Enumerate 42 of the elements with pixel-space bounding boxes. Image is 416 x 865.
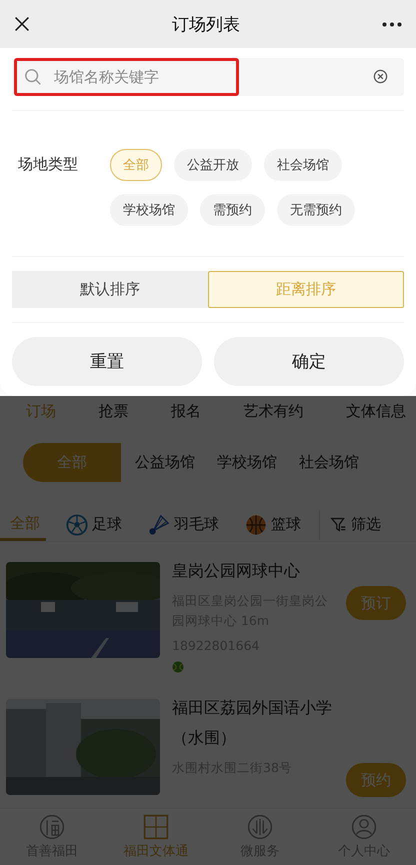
- sort-tab[interactable]: 默认排序: [12, 271, 208, 308]
- nav-tab[interactable]: 抢票: [98, 402, 128, 421]
- sort-tab[interactable]: 距离排序: [208, 271, 404, 308]
- reset-button[interactable]: 重置: [12, 337, 202, 386]
- tennis-ball-icon: [172, 661, 184, 673]
- window-title: 订场列表: [172, 14, 240, 36]
- nav-tab[interactable]: 订场: [26, 402, 56, 421]
- venue-name[interactable]: 皇岗公园网球中心: [172, 556, 332, 586]
- clear-icon[interactable]: [373, 69, 388, 84]
- venue-type-tab[interactable]: 全部: [23, 443, 121, 482]
- venue-type-tab[interactable]: 学校场馆: [217, 453, 277, 472]
- nav-tab[interactable]: 艺术有约: [244, 402, 304, 421]
- filter-button[interactable]: 筛选: [330, 515, 381, 534]
- funnel-icon: [330, 516, 347, 533]
- nav-tab[interactable]: 文体信息: [346, 402, 406, 421]
- venue-name[interactable]: 福田区荔园外国语小学（水围）: [172, 693, 332, 753]
- soccer-ball-icon: [66, 514, 88, 536]
- confirm-button[interactable]: 确定: [214, 337, 404, 386]
- grid-icon: [143, 814, 169, 840]
- shuttlecock-icon: [148, 514, 170, 536]
- person-icon: [351, 814, 377, 840]
- filter-chip[interactable]: 学校场馆: [110, 194, 188, 226]
- more-icon[interactable]: [382, 22, 402, 26]
- bottom-nav-item[interactable]: 福田文体通: [104, 809, 208, 865]
- filter-chip[interactable]: 公益开放: [174, 149, 252, 181]
- search-icon: [24, 68, 42, 86]
- sport-tab[interactable]: 全部: [0, 508, 46, 541]
- filter-label: 场地类型: [18, 154, 79, 175]
- filter-chip[interactable]: 社会场馆: [264, 149, 342, 181]
- nav-tab[interactable]: 报名: [171, 402, 201, 421]
- basketball-icon: [245, 514, 267, 536]
- filter-chip[interactable]: 需预约: [200, 194, 265, 226]
- book-button[interactable]: 预约: [346, 763, 406, 797]
- book-button[interactable]: 预订: [346, 586, 406, 620]
- sport-tab[interactable]: 羽毛球: [138, 508, 225, 541]
- filter-chip[interactable]: 无需预约: [277, 194, 355, 226]
- venue-type-tab[interactable]: 公益场馆: [135, 453, 195, 472]
- sport-tab[interactable]: 足球: [56, 508, 128, 541]
- venue-type-tab[interactable]: 社会场馆: [299, 453, 359, 472]
- sport-tab[interactable]: 篮球: [235, 508, 307, 541]
- filter-chip[interactable]: 全部: [110, 149, 162, 181]
- close-icon[interactable]: [14, 16, 30, 32]
